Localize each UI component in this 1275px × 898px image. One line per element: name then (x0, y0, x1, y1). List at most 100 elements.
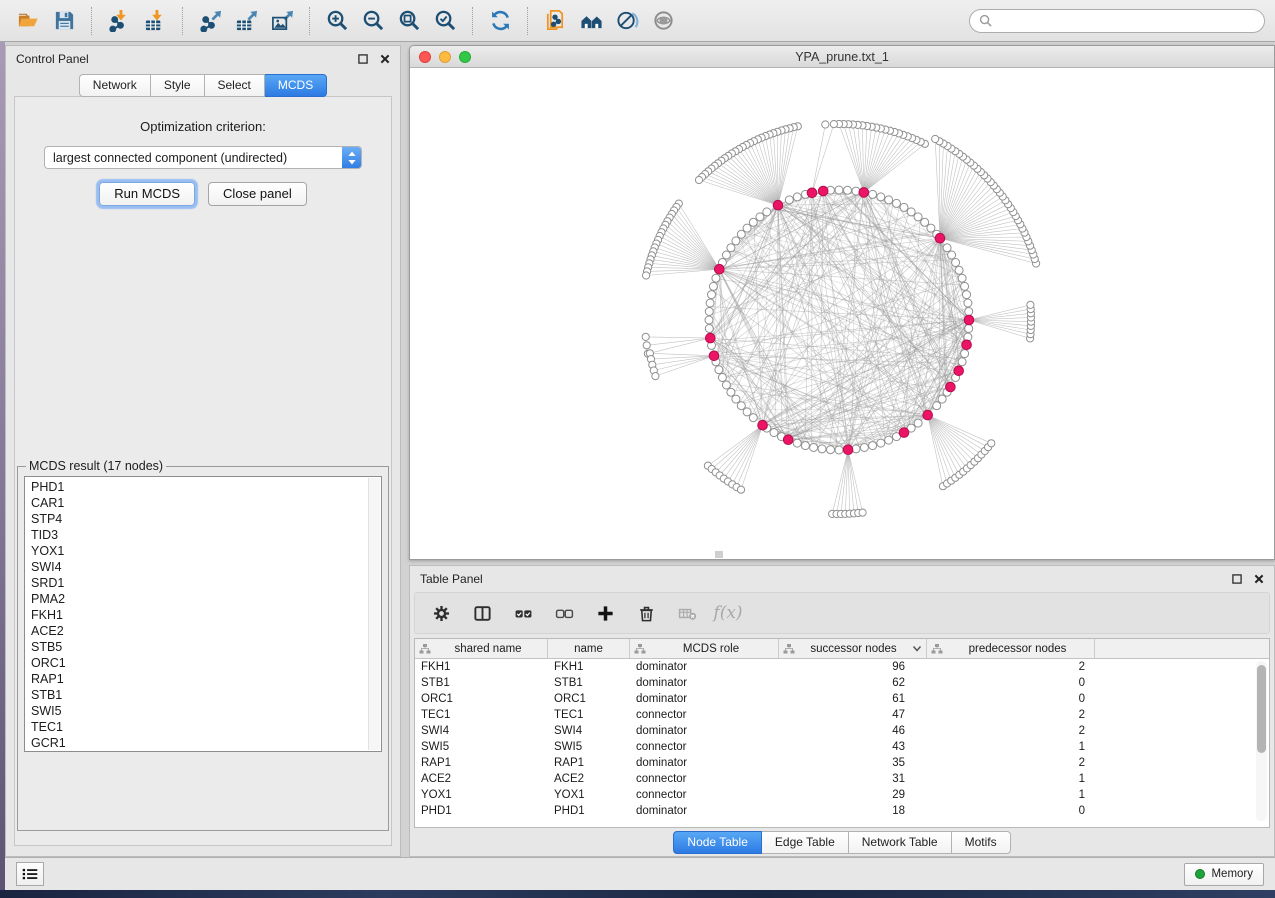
float-window-icon[interactable] (1232, 574, 1242, 584)
mcds-result-item[interactable]: FKH1 (31, 607, 367, 623)
cell-shared-name: SWI4 (415, 725, 548, 737)
cell-predecessor-nodes: 2 (927, 661, 1095, 673)
zoom-in-button[interactable] (319, 5, 355, 37)
tab-network[interactable]: Network (79, 74, 151, 97)
window-minimize-button[interactable] (439, 51, 451, 63)
first-neighbors-button[interactable] (573, 5, 609, 37)
close-panel-button[interactable]: Close panel (208, 182, 307, 206)
optimization-criterion-select[interactable]: largest connected component (undirected) (44, 146, 362, 169)
canvas-splitter-handle[interactable] (715, 551, 723, 558)
mcds-result-item[interactable]: SWI5 (31, 703, 367, 719)
deselect-all-icon (555, 604, 574, 623)
select-all-button[interactable] (511, 601, 535, 625)
mcds-result-item[interactable]: SRD1 (31, 575, 367, 591)
network-graph[interactable] (410, 68, 1274, 559)
zoom-fit-icon (398, 9, 421, 32)
add-column-button[interactable] (593, 601, 617, 625)
table-tab-edge-table[interactable]: Edge Table (762, 831, 849, 854)
mcds-result-item[interactable]: ACE2 (31, 623, 367, 639)
search-input[interactable] (998, 14, 1255, 28)
cell-name: TEC1 (548, 709, 630, 721)
table-scrollbar-thumb[interactable] (1257, 665, 1266, 753)
memory-status-icon (1195, 869, 1205, 879)
table-row[interactable]: PHD1PHD1dominator180 (415, 803, 1269, 819)
mcds-result-item[interactable]: ORC1 (31, 655, 367, 671)
table-tab-motifs[interactable]: Motifs (952, 831, 1011, 854)
network-canvas[interactable] (410, 68, 1274, 559)
table-row[interactable]: ORC1ORC1dominator610 (415, 691, 1269, 707)
float-window-icon[interactable] (358, 54, 368, 64)
import-table-button[interactable] (137, 5, 173, 37)
column-header-MCDS-role[interactable]: MCDS role (630, 639, 779, 658)
mcds-result-item[interactable]: CAR1 (31, 495, 367, 511)
refresh-view-button[interactable] (482, 5, 518, 37)
window-maximize-button[interactable] (459, 51, 471, 63)
close-panel-icon[interactable] (380, 54, 390, 64)
show-panels-menu-button[interactable] (16, 862, 44, 886)
mcds-result-item[interactable]: PHD1 (31, 479, 367, 495)
open-file-button[interactable] (10, 5, 46, 37)
delete-column-button[interactable] (634, 601, 658, 625)
table-scrollbar[interactable] (1256, 661, 1267, 821)
mcds-result-item[interactable]: TID3 (31, 527, 367, 543)
column-settings-button[interactable] (429, 601, 453, 625)
cell-shared-name: STB1 (415, 677, 548, 689)
close-panel-icon[interactable] (1254, 574, 1264, 584)
table-tab-network-table[interactable]: Network Table (849, 831, 952, 854)
tab-select[interactable]: Select (205, 74, 265, 97)
toolbar-separator (309, 7, 310, 35)
memory-button[interactable]: Memory (1184, 863, 1264, 886)
equation-builder-button[interactable]: f(x) (716, 601, 740, 625)
window-close-button[interactable] (419, 51, 431, 63)
mcds-result-item[interactable]: STB1 (31, 687, 367, 703)
mcds-result-item[interactable]: RAP1 (31, 671, 367, 687)
table-tab-node-table[interactable]: Node Table (673, 831, 762, 854)
zoom-fit-button[interactable] (391, 5, 427, 37)
tab-style[interactable]: Style (151, 74, 205, 97)
mcds-result-list[interactable]: PHD1CAR1STP4TID3YOX1SWI4SRD1PMA2FKH1ACE2… (24, 476, 382, 752)
table-row[interactable]: SWI4SWI4dominator462 (415, 723, 1269, 739)
mcds-result-item[interactable]: YOX1 (31, 543, 367, 559)
column-header-predecessor-nodes[interactable]: predecessor nodes (927, 639, 1095, 658)
deselect-all-button[interactable] (552, 601, 576, 625)
toggle-panel-layout-button[interactable] (470, 601, 494, 625)
import-network-button[interactable] (101, 5, 137, 37)
column-header-name[interactable]: name (548, 639, 630, 658)
cell-MCDS-role: connector (630, 741, 779, 753)
cell-name: YOX1 (548, 789, 630, 801)
mcds-result-item[interactable]: TEC1 (31, 719, 367, 735)
column-header-shared-name[interactable]: shared name (415, 639, 548, 658)
run-mcds-button[interactable]: Run MCDS (99, 182, 195, 206)
network-window-titlebar[interactable]: YPA_prune.txt_1 (410, 46, 1274, 68)
hide-selected-button[interactable] (609, 5, 645, 37)
mcds-result-item[interactable]: STB5 (31, 639, 367, 655)
zoom-selected-button[interactable] (427, 5, 463, 37)
table-row[interactable]: STB1STB1dominator620 (415, 675, 1269, 691)
mcds-result-item[interactable]: STP4 (31, 511, 367, 527)
status-bar: Memory (5, 857, 1275, 890)
tab-mcds[interactable]: MCDS (265, 74, 327, 97)
network-from-document-icon (544, 9, 567, 32)
mcds-result-item[interactable]: SWI4 (31, 559, 367, 575)
export-image-button[interactable] (264, 5, 300, 37)
column-header-successor-nodes[interactable]: successor nodes (779, 639, 927, 658)
export-table-button[interactable] (228, 5, 264, 37)
network-from-document-button[interactable] (537, 5, 573, 37)
mcds-result-item[interactable]: PMA2 (31, 591, 367, 607)
show-all-button[interactable] (645, 5, 681, 37)
mcds-list-scrollbar[interactable] (368, 478, 380, 750)
table-row[interactable]: RAP1RAP1dominator352 (415, 755, 1269, 771)
control-panel-title: Control Panel (16, 52, 89, 66)
table-row[interactable]: SWI5SWI5connector431 (415, 739, 1269, 755)
mcds-result-item[interactable]: GCR1 (31, 735, 367, 751)
mcds-tab-content: Optimization criterion: largest connecte… (14, 96, 392, 846)
zoom-out-button[interactable] (355, 5, 391, 37)
delete-table-button[interactable] (675, 601, 699, 625)
table-row[interactable]: YOX1YOX1connector291 (415, 787, 1269, 803)
save-session-button[interactable] (46, 5, 82, 37)
open-folder-icon (17, 9, 40, 32)
table-row[interactable]: TEC1TEC1connector472 (415, 707, 1269, 723)
table-row[interactable]: FKH1FKH1dominator962 (415, 659, 1269, 675)
export-network-button[interactable] (192, 5, 228, 37)
table-row[interactable]: ACE2ACE2connector311 (415, 771, 1269, 787)
